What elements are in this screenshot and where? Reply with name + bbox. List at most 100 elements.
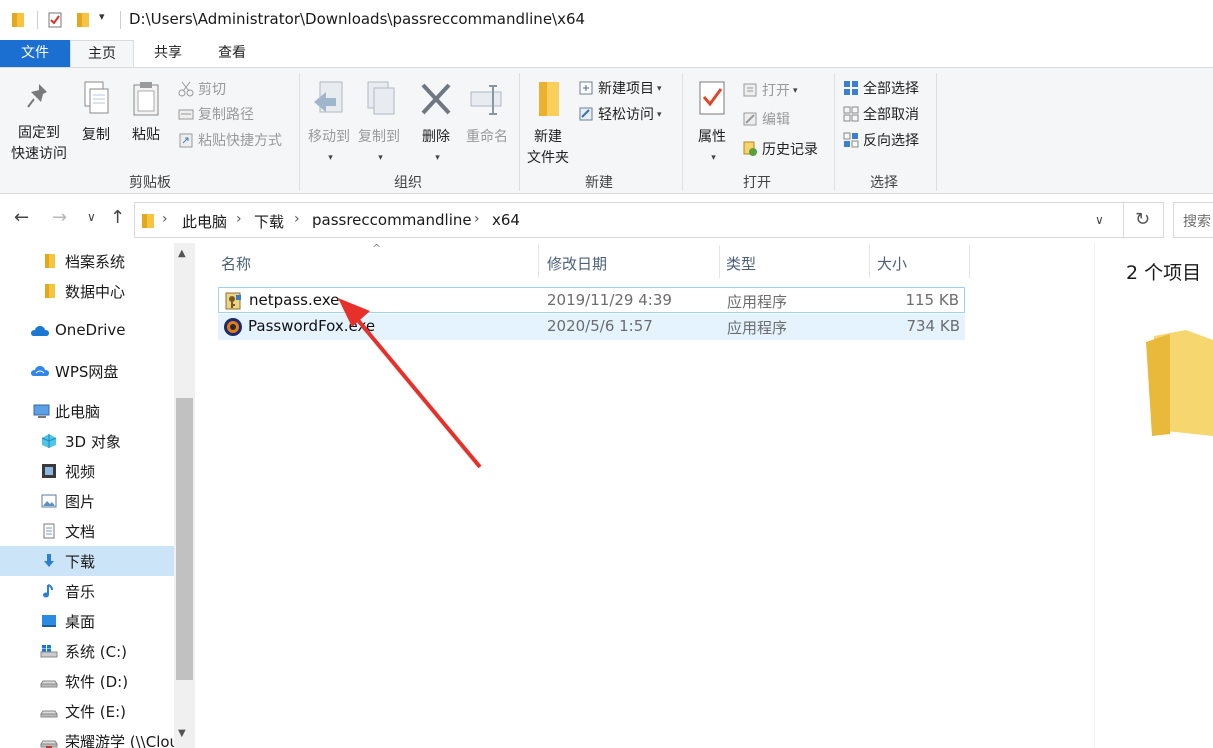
paste-button[interactable]: 粘贴 xyxy=(126,80,166,146)
desktop-icon xyxy=(42,615,56,627)
file-date: 2019/11/29 4:39 xyxy=(547,291,672,309)
copy-button[interactable]: 复制 xyxy=(76,80,116,146)
nav-item-documents[interactable]: 文档 xyxy=(0,516,174,546)
new-folder-icon[interactable] xyxy=(76,11,90,28)
divider xyxy=(834,73,835,191)
breadcrumb-separator[interactable]: › xyxy=(474,211,480,227)
pin-to-quick-access-button[interactable]: 固定到 快速访问 xyxy=(6,80,72,165)
quick-access-dropdown[interactable]: ▾ xyxy=(99,10,105,23)
breadcrumb-x64[interactable]: x64 xyxy=(492,211,520,229)
copy-path-icon xyxy=(178,109,194,120)
open-label: 打开 xyxy=(762,83,790,99)
scroll-down-icon[interactable]: ▼ xyxy=(178,728,186,739)
address-history-chevron-icon[interactable]: ∨ xyxy=(1095,213,1104,227)
forward-arrow-icon[interactable]: → xyxy=(52,207,67,228)
edit-button[interactable]: 编辑 xyxy=(742,110,790,130)
nav-item-3d-objects[interactable]: 3D 对象 xyxy=(0,426,174,456)
easy-access-button[interactable]: 轻松访问 ▾ xyxy=(578,105,662,125)
tab-home[interactable]: 主页 xyxy=(70,40,134,68)
nav-item-drive-c[interactable]: 系统 (C:) xyxy=(0,636,174,666)
copy-icon xyxy=(84,81,109,114)
invert-selection-label: 反向选择 xyxy=(863,133,919,149)
nav-pane-scrollbar-thumb[interactable] xyxy=(176,398,193,680)
copy-path-button[interactable]: 复制路径 xyxy=(178,105,254,125)
pin-icon xyxy=(27,84,47,108)
cut-button[interactable]: 剪切 xyxy=(178,80,226,100)
nav-item-pictures[interactable]: 图片 xyxy=(0,486,174,516)
back-arrow-icon[interactable]: ← xyxy=(14,207,29,228)
breadcrumb-separator[interactable]: › xyxy=(294,211,300,227)
nav-item-drive-d[interactable]: 软件 (D:) xyxy=(0,666,174,696)
new-item-button[interactable]: 新建项目 ▾ xyxy=(578,79,662,99)
divider xyxy=(682,73,683,191)
nav-item-this-pc[interactable]: 此电脑 xyxy=(0,396,174,426)
column-header-type[interactable]: 类型 xyxy=(726,253,756,274)
select-all-icon xyxy=(844,81,858,95)
address-bar[interactable]: › 此电脑 › 下载 › passreccommandline › x64 ∨ xyxy=(134,202,1124,238)
paste-shortcut-button[interactable]: 粘贴快捷方式 xyxy=(178,131,282,151)
nav-item-wps-drive[interactable]: WPS网盘 xyxy=(0,356,174,386)
nav-item-downloads[interactable]: 下载 xyxy=(0,546,174,576)
divider xyxy=(936,73,937,191)
copy-to-label: 复制到 xyxy=(358,129,400,145)
column-divider[interactable] xyxy=(719,245,720,278)
nav-item-desktop[interactable]: 桌面 xyxy=(0,606,174,636)
navigation-pane: 档案系统 数据中心 OneDrive WPS网盘 此电脑 3D 对象 视频 图片… xyxy=(0,243,179,748)
properties-label: 属性 xyxy=(698,129,726,145)
tab-view[interactable]: 查看 xyxy=(204,40,260,68)
open-button[interactable]: 打开 ▾ xyxy=(742,81,798,101)
invert-selection-button[interactable]: 反向选择 xyxy=(843,131,919,151)
tab-file[interactable]: 文件 xyxy=(0,40,70,68)
nav-item-drive-e[interactable]: 文件 (E:) xyxy=(0,696,174,726)
column-divider[interactable] xyxy=(869,245,870,278)
search-input[interactable]: 搜索 xyxy=(1173,202,1213,238)
column-header-date-modified[interactable]: 修改日期 xyxy=(547,253,607,274)
nav-item-label: 软件 (D:) xyxy=(65,673,129,691)
select-none-button[interactable]: 全部取消 xyxy=(843,105,919,125)
divider xyxy=(37,11,38,29)
tab-share[interactable]: 共享 xyxy=(140,40,196,68)
nav-item-videos[interactable]: 视频 xyxy=(0,456,174,486)
wps-cloud-icon xyxy=(31,366,49,376)
move-to-label: 移动到 xyxy=(308,129,350,145)
properties-button[interactable]: 属性 ▾ xyxy=(690,80,734,169)
scroll-up-icon[interactable]: ▲ xyxy=(178,248,186,259)
up-arrow-icon[interactable]: ↑ xyxy=(110,207,125,228)
nav-item-archive-system[interactable]: 档案系统 xyxy=(0,246,174,276)
pictures-icon xyxy=(41,494,57,508)
properties-check-icon[interactable] xyxy=(48,11,62,28)
nav-item-music[interactable]: 音乐 xyxy=(0,576,174,606)
select-all-button[interactable]: 全部选择 xyxy=(843,79,919,99)
history-button[interactable]: 历史记录 xyxy=(742,140,818,160)
rename-button[interactable]: 重命名 xyxy=(462,80,512,148)
refresh-button[interactable]: ↻ xyxy=(1124,202,1164,238)
netpass-exe-icon xyxy=(225,292,241,310)
delete-button[interactable]: 删除 ▾ xyxy=(416,80,456,169)
column-divider[interactable] xyxy=(538,245,539,278)
copy-to-button[interactable]: 复制到 ▾ xyxy=(354,80,404,169)
pin-label-line2: 快速访问 xyxy=(11,146,67,162)
column-header-name[interactable]: 名称 xyxy=(221,253,251,274)
cut-label: 剪切 xyxy=(198,82,226,98)
move-to-button[interactable]: 移动到 ▾ xyxy=(304,80,354,169)
select-all-label: 全部选择 xyxy=(863,81,919,97)
breadcrumb-separator[interactable]: › xyxy=(236,211,242,227)
nav-item-label: 档案系统 xyxy=(65,253,126,271)
breadcrumb-separator[interactable]: › xyxy=(162,211,168,227)
recent-locations-chevron-icon[interactable]: ∨ xyxy=(87,210,96,224)
folder-icon xyxy=(45,254,55,268)
nav-item-label: 桌面 xyxy=(65,613,96,631)
nav-item-onedrive[interactable]: OneDrive xyxy=(0,316,174,346)
file-row[interactable]: PasswordFox.exe 2020/5/6 1:57 应用程序 734 K… xyxy=(218,314,965,340)
breadcrumb-this-pc[interactable]: 此电脑 xyxy=(182,211,227,232)
nav-item-data-center[interactable]: 数据中心 xyxy=(0,276,174,306)
nav-item-network-drive[interactable]: 荣耀游学 (\\Clou xyxy=(0,726,179,748)
new-folder-button[interactable]: 新建 文件夹 xyxy=(524,80,572,169)
breadcrumb-passreccommandline[interactable]: passreccommandline xyxy=(312,211,472,229)
breadcrumb-downloads[interactable]: 下载 xyxy=(254,211,284,232)
nav-item-label: 下载 xyxy=(65,553,96,571)
column-header-size[interactable]: 大小 xyxy=(877,253,907,274)
file-row[interactable]: netpass.exe 2019/11/29 4:39 应用程序 115 KB xyxy=(218,287,965,313)
nav-item-label: 荣耀游学 (\\Clou xyxy=(65,733,180,748)
column-divider[interactable] xyxy=(969,245,970,278)
